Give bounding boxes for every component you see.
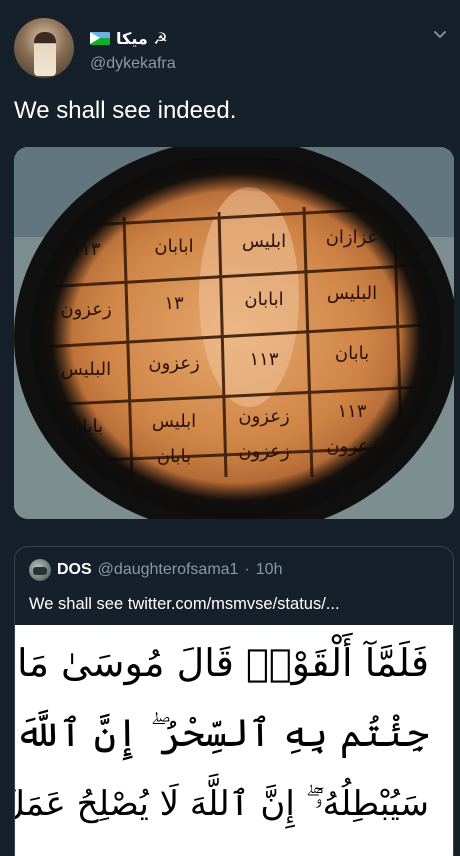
tweet-photo[interactable]: ١١٣ ابابان ابليس عزازان زعزون ١٣ ابابان … <box>14 147 454 519</box>
djibouti-flag-icon <box>90 31 110 45</box>
avatar[interactable] <box>14 18 74 78</box>
quran-verse-line-3: سَيُبْطِلُهُۥٓ ۖ إِنَّ ٱللَّهَ لَا يُصْل… <box>14 784 429 824</box>
display-name[interactable]: ميكا ☭ <box>116 29 168 48</box>
tweet: ميكا ☭ @dykekafra We shall see indeed. D… <box>0 0 460 856</box>
quoted-author-row: DOS @daughterofsama1 · 10h <box>29 559 282 581</box>
chevron-down-icon[interactable] <box>432 26 448 42</box>
quoted-tweet-text: We shall see twitter.com/msmvse/status/.… <box>29 595 340 613</box>
author-row[interactable]: ميكا ☭ <box>90 28 168 48</box>
quoted-tweet-image[interactable]: فَلَمَّآ أَلْقَوْا۟ قَالَ مُوسَىٰ مَا جِ… <box>15 625 453 856</box>
tweet-text: We shall see indeed. <box>14 97 237 124</box>
author-handle[interactable]: @dykekafra <box>90 55 176 73</box>
quran-verse-line-1: فَلَمَّآ أَلْقَوْا۟ قَالَ مُوسَىٰ مَا <box>17 641 429 685</box>
quran-verse-line-2: جِئْتُم بِهِ ٱلسِّحْرُ ۖ إِنَّ ٱللَّهَ <box>14 711 429 755</box>
quoted-tweet[interactable]: DOS @daughterofsama1 · 10h We shall see … <box>14 546 454 856</box>
quoted-avatar <box>29 559 51 581</box>
quoted-timestamp: 10h <box>255 561 283 578</box>
quoted-separator: · <box>244 561 250 578</box>
quoted-display-name: DOS <box>57 561 92 578</box>
quoted-handle: @daughterofsama1 <box>97 561 239 578</box>
avatar-figure <box>34 32 56 76</box>
